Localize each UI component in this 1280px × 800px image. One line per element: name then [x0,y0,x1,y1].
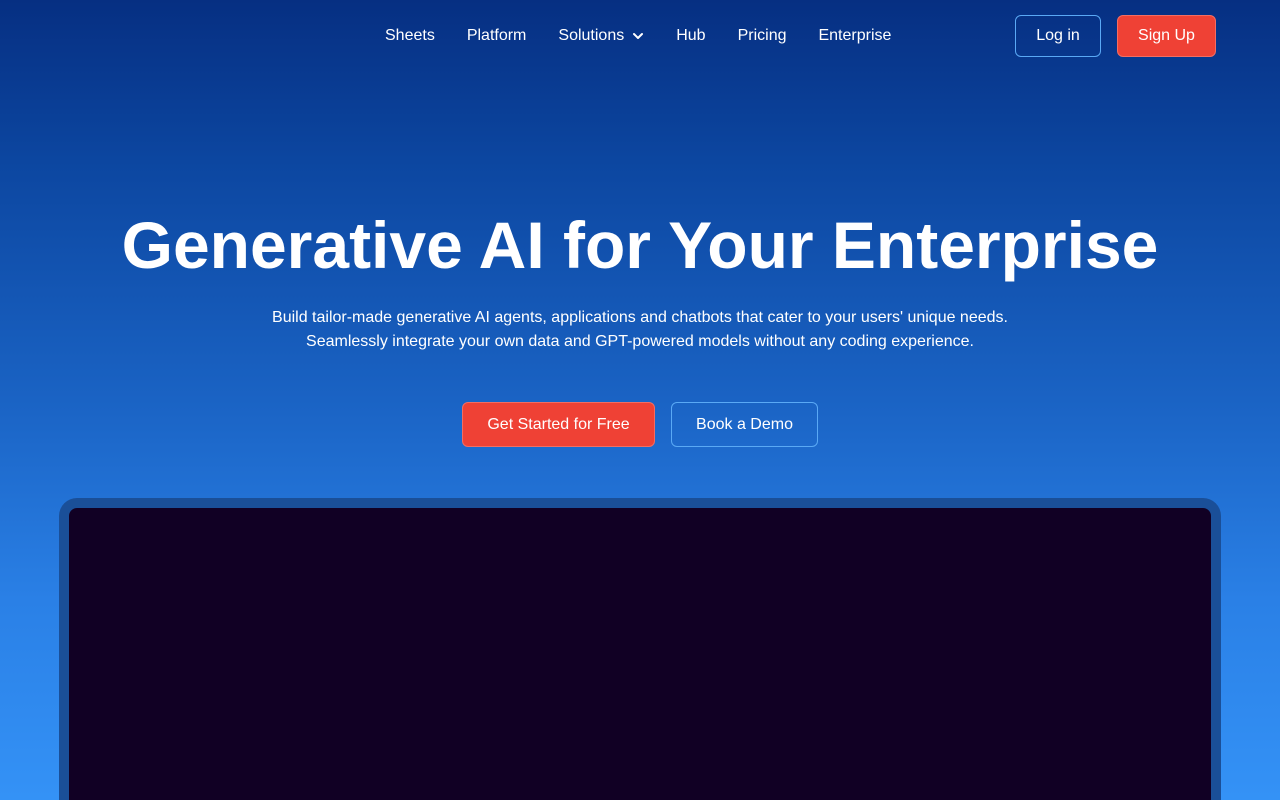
login-button[interactable]: Log in [1015,15,1101,57]
nav-item-hub[interactable]: Hub [660,27,721,45]
nav-item-enterprise[interactable]: Enterprise [802,27,907,45]
cta-buttons: Get Started for Free Book a Demo [0,402,1280,447]
nav-item-solutions-label: Solutions [558,27,625,44]
get-started-button[interactable]: Get Started for Free [462,402,655,447]
nav-item-sheets[interactable]: Sheets [369,27,451,45]
top-navigation: Sheets Platform Solutions Hub Pricing En… [0,0,1280,72]
main-nav: Sheets Platform Solutions Hub Pricing En… [369,0,907,72]
hero-title: Generative AI for Your Enterprise [121,208,1159,282]
product-preview-frame [59,498,1221,800]
nav-item-pricing[interactable]: Pricing [722,27,803,45]
hero-subtitle-line-1: Build tailor-made generative AI agents, … [272,309,1008,326]
nav-item-solutions[interactable]: Solutions [542,27,660,45]
hero-subtitle: Build tailor-made generative AI agents, … [0,306,1280,354]
product-preview-screen [69,508,1211,800]
auth-buttons: Log in Sign Up [1015,15,1216,57]
hero-subtitle-line-2: Seamlessly integrate your own data and G… [306,333,974,350]
chevron-down-icon [633,33,644,39]
signup-button[interactable]: Sign Up [1117,15,1216,57]
nav-item-platform[interactable]: Platform [451,27,543,45]
book-demo-button[interactable]: Book a Demo [671,402,818,447]
